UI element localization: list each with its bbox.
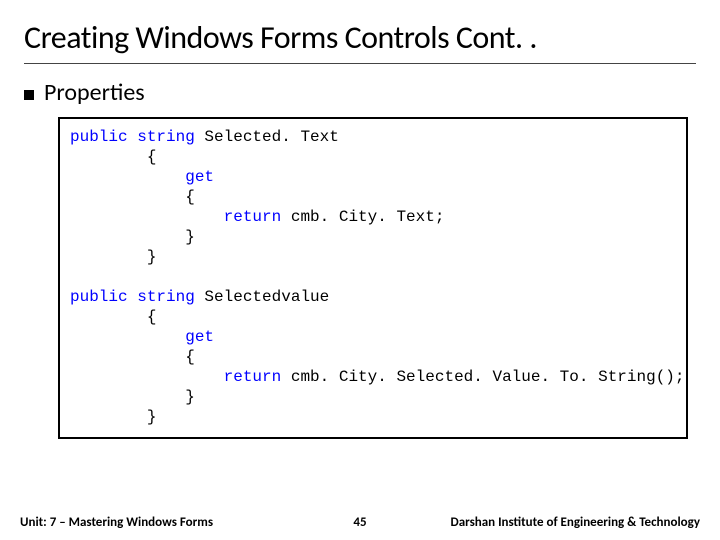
typ-string: string (128, 288, 205, 306)
kw-public: public (70, 288, 128, 306)
typ-string: string (128, 128, 205, 146)
code-line: } (70, 248, 156, 266)
code-pad (70, 208, 224, 226)
code-line: { (70, 188, 195, 206)
code-content: public string Selected. Text { get { ret… (70, 127, 676, 427)
page-title: Creating Windows Forms Controls Cont. . (24, 18, 696, 57)
bullet-item: Properties (24, 78, 696, 107)
prop-name-2: Selectedvalue (204, 288, 329, 306)
footer-unit: Unit: 7 – Mastering Windows Forms (20, 515, 330, 530)
code-pad (70, 168, 185, 186)
footer-institute: Darshan Institute of Engineering & Techn… (390, 515, 700, 530)
slide: Creating Windows Forms Controls Cont. . … (0, 0, 720, 540)
kw-return: return (224, 368, 282, 386)
prop-name-1: Selected. Text (204, 128, 338, 146)
kw-get: get (185, 328, 214, 346)
kw-return: return (224, 208, 282, 226)
code-block: public string Selected. Text { get { ret… (58, 117, 688, 439)
kw-get: get (185, 168, 214, 186)
code-line: { (70, 348, 195, 366)
code-line: { (70, 308, 156, 326)
title-divider (24, 63, 696, 64)
kw-public: public (70, 128, 128, 146)
code-line: } (70, 228, 195, 246)
code-pad (70, 328, 185, 346)
code-rest: cmb. City. Selected. Value. To. String()… (281, 368, 684, 386)
code-line: } (70, 388, 195, 406)
code-rest: cmb. City. Text; (281, 208, 444, 226)
code-line: { (70, 148, 156, 166)
code-pad (70, 368, 224, 386)
bullet-text: Properties (44, 78, 145, 107)
footer: Unit: 7 – Mastering Windows Forms 45 Dar… (0, 515, 720, 530)
footer-page-number: 45 (330, 515, 390, 530)
bullet-icon (24, 90, 34, 100)
code-line: } (70, 408, 156, 426)
